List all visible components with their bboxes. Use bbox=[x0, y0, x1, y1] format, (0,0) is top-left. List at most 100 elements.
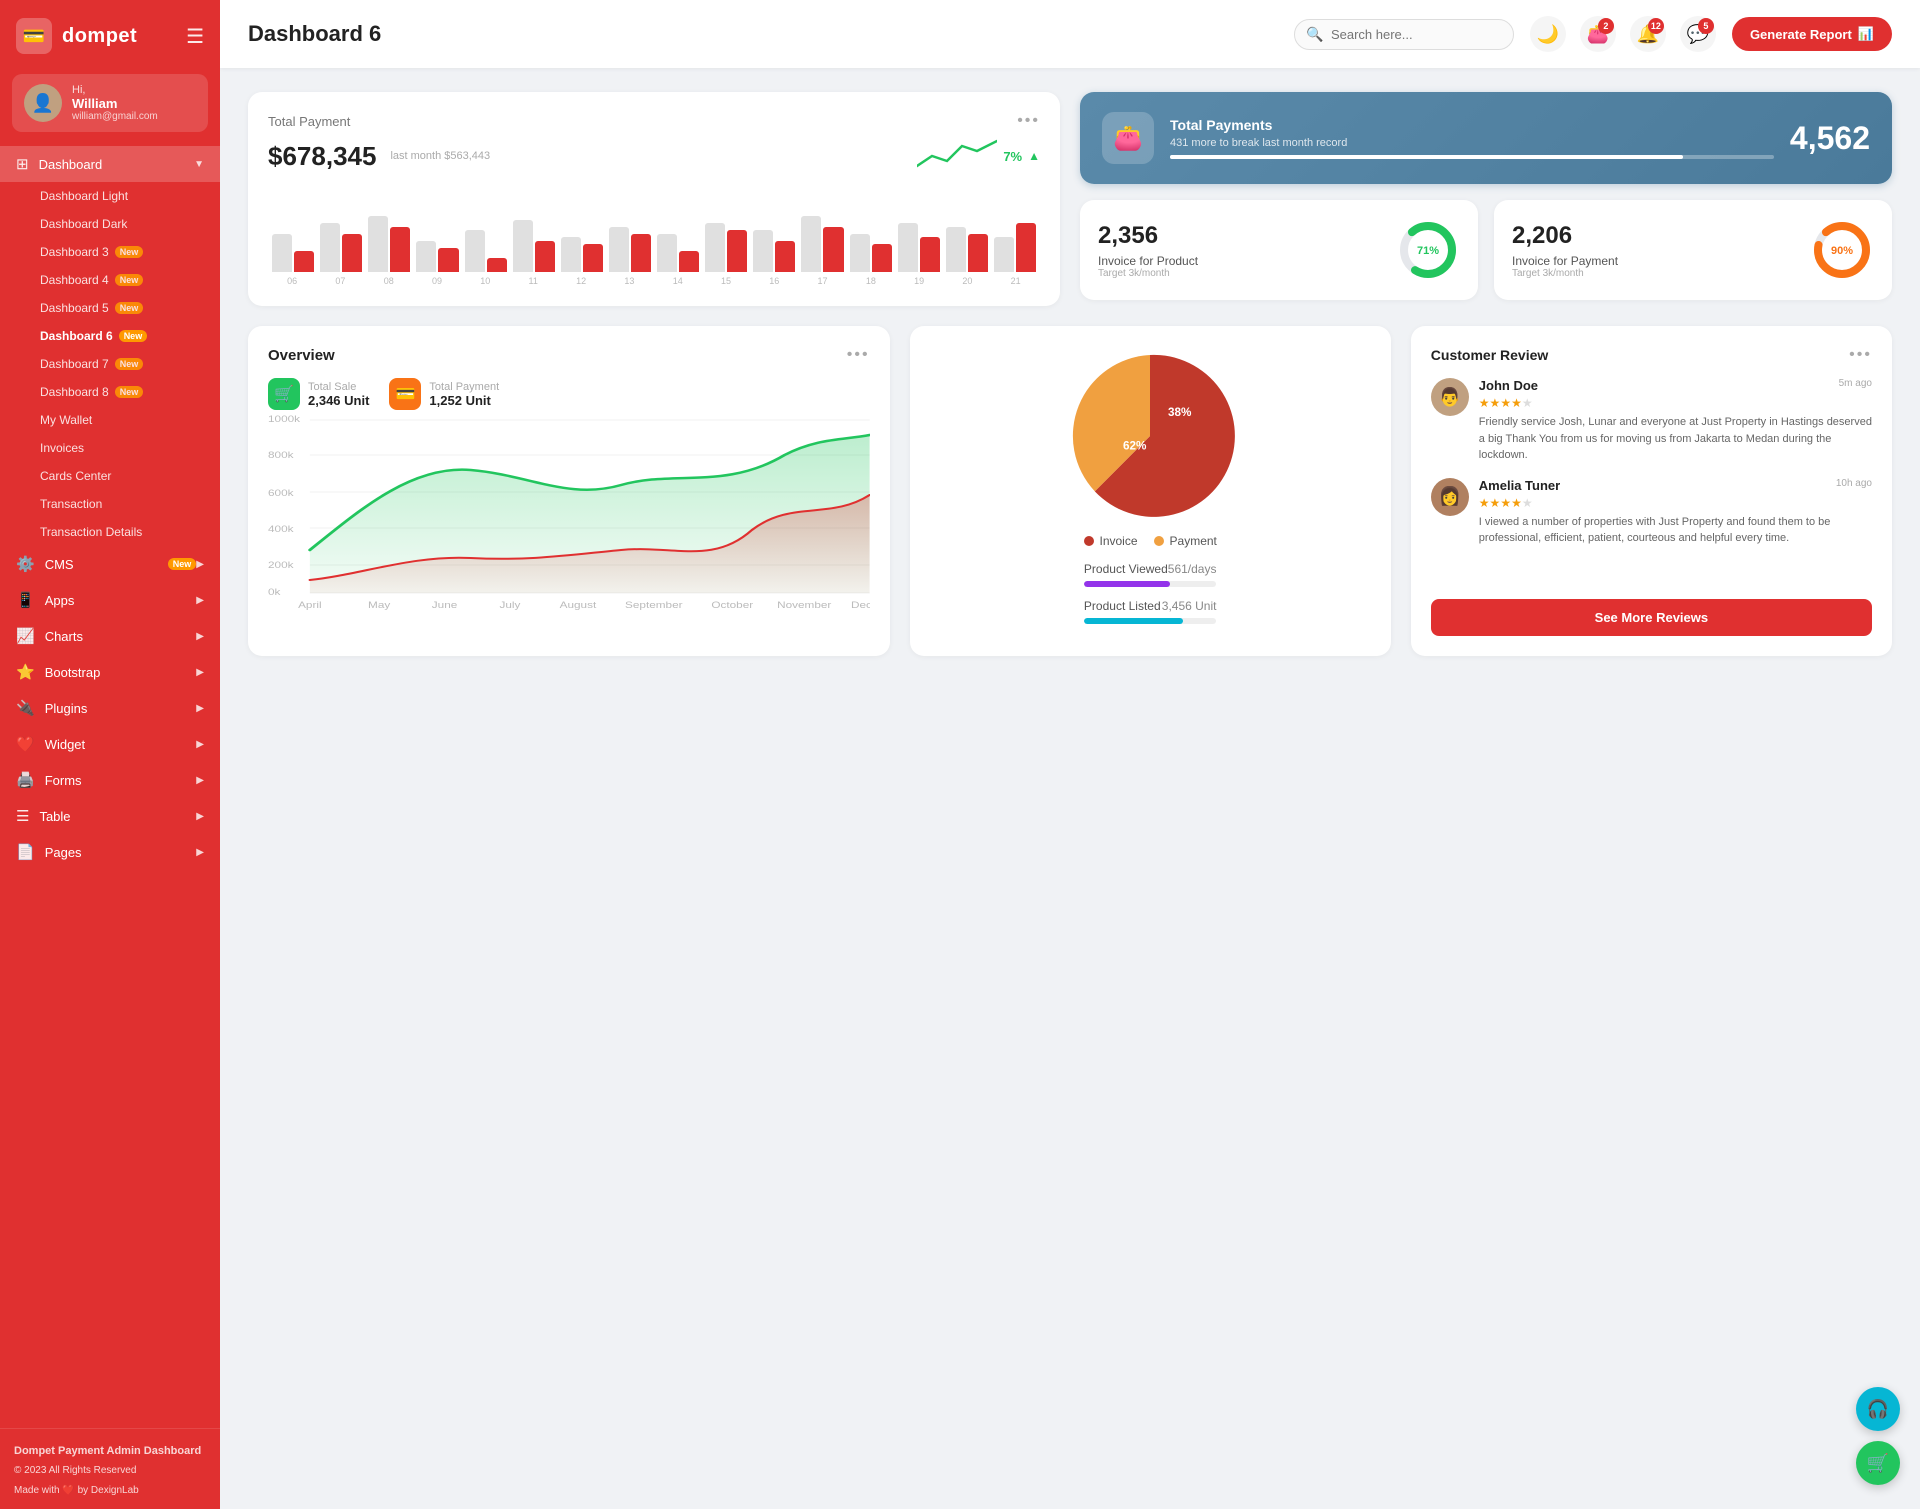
bar-gray bbox=[320, 223, 340, 272]
topbar-icons: 🌙 👛 2 🔔 12 💬 5 bbox=[1530, 16, 1716, 52]
sidebar-item-cms[interactable]: ⚙️ CMS New ▶ bbox=[0, 546, 220, 582]
theme-toggle-button[interactable]: 🌙 bbox=[1530, 16, 1566, 52]
total-payments-sub: 431 more to break last month record bbox=[1170, 137, 1774, 149]
bar-red bbox=[487, 258, 507, 272]
invoice-legend-label: Invoice bbox=[1100, 534, 1138, 548]
bar-group bbox=[320, 202, 362, 272]
reviewer-avatar-2: 👩 bbox=[1431, 478, 1469, 516]
bottom-row: Overview ••• 🛒 Total Sale 2,346 Unit 💳 bbox=[248, 326, 1892, 656]
sidebar-item-my-wallet[interactable]: My Wallet bbox=[0, 406, 220, 434]
notifications-button[interactable]: 🔔 12 bbox=[1630, 16, 1666, 52]
invoice-payment-target: Target 3k/month bbox=[1512, 268, 1796, 279]
sidebar-item-transaction-details[interactable]: Transaction Details bbox=[0, 518, 220, 546]
sidebar-item-dashboard-5[interactable]: Dashboard 5New bbox=[0, 294, 220, 322]
sidebar-item-dashboard-3[interactable]: Dashboard 3New bbox=[0, 238, 220, 266]
generate-report-label: Generate Report bbox=[1750, 27, 1852, 42]
bar-group bbox=[850, 202, 892, 272]
sidebar-footer: Dompet Payment Admin Dashboard © 2023 Al… bbox=[0, 1428, 220, 1509]
bar-group bbox=[801, 202, 843, 272]
total-payment-more-button[interactable]: ••• bbox=[1017, 112, 1040, 130]
sidebar-item-pages[interactable]: 📄 Pages ▶ bbox=[0, 834, 220, 870]
total-sale-legend: 🛒 Total Sale 2,346 Unit bbox=[268, 378, 369, 410]
pie-chart-card: 62% 38% Invoice Payment bbox=[910, 326, 1391, 656]
review-text-2: I viewed a number of properties with Jus… bbox=[1479, 514, 1872, 547]
messages-button[interactable]: 💬 5 bbox=[1680, 16, 1716, 52]
svg-text:38%: 38% bbox=[1168, 406, 1192, 419]
chevron-right-icon: ▶ bbox=[196, 775, 204, 786]
payment-last-month: last month $563,443 bbox=[390, 150, 490, 162]
dashboard-submenu: Dashboard Light Dashboard Dark Dashboard… bbox=[0, 182, 220, 546]
apps-icon: 📱 bbox=[16, 591, 35, 609]
chevron-right-icon: ▶ bbox=[196, 847, 204, 858]
sidebar-item-invoices[interactable]: Invoices bbox=[0, 434, 220, 462]
search-input[interactable] bbox=[1294, 19, 1514, 50]
sidebar-item-dashboard-dark[interactable]: Dashboard Dark bbox=[0, 210, 220, 238]
sidebar-nav: ⊞ Dashboard ▼ Dashboard Light Dashboard … bbox=[0, 146, 220, 1428]
middle-panel: 62% 38% Invoice Payment bbox=[910, 326, 1391, 656]
sidebar-item-widget[interactable]: ❤️ Widget ▶ bbox=[0, 726, 220, 762]
bar-group bbox=[561, 202, 603, 272]
total-payments-progress-fill bbox=[1170, 155, 1683, 159]
svg-text:June: June bbox=[432, 601, 458, 610]
sidebar-item-plugins[interactable]: 🔌 Plugins ▶ bbox=[0, 690, 220, 726]
sidebar-item-cards-center[interactable]: Cards Center bbox=[0, 462, 220, 490]
logo-area: 💳 dompet bbox=[16, 18, 137, 54]
sidebar-item-transaction[interactable]: Transaction bbox=[0, 490, 220, 518]
sidebar-item-charts[interactable]: 📈 Charts ▶ bbox=[0, 618, 220, 654]
chevron-right-icon: ▶ bbox=[196, 559, 204, 570]
see-more-reviews-button[interactable]: See More Reviews bbox=[1431, 599, 1872, 636]
chevron-down-icon: ▼ bbox=[194, 159, 204, 170]
bar-label: 07 bbox=[335, 276, 345, 286]
sidebar-item-dashboard-4[interactable]: Dashboard 4New bbox=[0, 266, 220, 294]
trend-percentage: 7% bbox=[1003, 149, 1022, 164]
sidebar-item-dashboard-8[interactable]: Dashboard 8New bbox=[0, 378, 220, 406]
sidebar-item-dashboard-light[interactable]: Dashboard Light bbox=[0, 182, 220, 210]
review-more-button[interactable]: ••• bbox=[1849, 346, 1872, 364]
support-float-button[interactable]: 🎧 bbox=[1856, 1387, 1900, 1431]
bar-gray bbox=[561, 237, 581, 272]
menu-toggle-button[interactable]: ☰ bbox=[186, 24, 204, 49]
bar-label: 09 bbox=[432, 276, 442, 286]
review-stars-1: ★★★★★ bbox=[1479, 396, 1872, 410]
bar-label: 11 bbox=[529, 276, 538, 286]
floating-buttons: 🎧 🛒 bbox=[1856, 1387, 1900, 1485]
total-payments-value: 4,562 bbox=[1790, 120, 1870, 157]
sidebar-item-forms[interactable]: 🖨️ Forms ▶ bbox=[0, 762, 220, 798]
bar-red bbox=[1016, 223, 1036, 272]
footer-made: Made with ❤️ by DexignLab bbox=[14, 1483, 206, 1499]
sidebar-dashboard-label: Dashboard bbox=[39, 157, 195, 172]
sidebar-item-table[interactable]: ☰ Table ▶ bbox=[0, 798, 220, 834]
bar-group bbox=[898, 202, 940, 272]
sidebar-item-apps[interactable]: 📱 Apps ▶ bbox=[0, 582, 220, 618]
invoice-payment-label: Invoice for Payment bbox=[1512, 254, 1796, 268]
total-payments-label: Total Payments bbox=[1170, 117, 1774, 133]
trend-up-arrow-icon: ▲ bbox=[1028, 149, 1040, 163]
bar-red bbox=[920, 237, 940, 272]
chevron-right-icon: ▶ bbox=[196, 595, 204, 606]
bar-group bbox=[513, 202, 555, 272]
sidebar-item-dashboard[interactable]: ⊞ Dashboard ▼ bbox=[0, 146, 220, 182]
review-item-2: 👩 Amelia Tuner 10h ago ★★★★★ I viewed a … bbox=[1431, 478, 1872, 547]
sidebar-item-dashboard-7[interactable]: Dashboard 7New bbox=[0, 350, 220, 378]
payment-legend-item: Payment bbox=[1154, 534, 1217, 548]
sidebar-item-bootstrap[interactable]: ⭐ Bootstrap ▶ bbox=[0, 654, 220, 690]
sidebar-item-dashboard-6[interactable]: Dashboard 6New bbox=[0, 322, 220, 350]
cart-float-button[interactable]: 🛒 bbox=[1856, 1441, 1900, 1485]
user-card[interactable]: 👤 Hi, William william@gmail.com bbox=[12, 74, 208, 132]
total-sale-value: 2,346 Unit bbox=[308, 393, 369, 408]
generate-report-button[interactable]: Generate Report 📊 bbox=[1732, 17, 1892, 51]
bar-red bbox=[968, 234, 988, 273]
overview-more-button[interactable]: ••• bbox=[847, 346, 870, 364]
bar-label: 18 bbox=[866, 276, 876, 286]
bar-label: 06 bbox=[287, 276, 297, 286]
invoice-product-donut: 71% bbox=[1396, 218, 1460, 282]
bar-red bbox=[679, 251, 699, 272]
total-payments-blue-card: 👛 Total Payments 431 more to break last … bbox=[1080, 92, 1892, 184]
payment-dot bbox=[1154, 536, 1164, 546]
bar-group bbox=[368, 202, 410, 272]
bar-red bbox=[438, 248, 458, 273]
svg-text:800k: 800k bbox=[268, 451, 294, 460]
review-stars-2: ★★★★★ bbox=[1479, 496, 1872, 510]
wallet-button[interactable]: 👛 2 bbox=[1580, 16, 1616, 52]
invoice-legend-item: Invoice bbox=[1084, 534, 1138, 548]
